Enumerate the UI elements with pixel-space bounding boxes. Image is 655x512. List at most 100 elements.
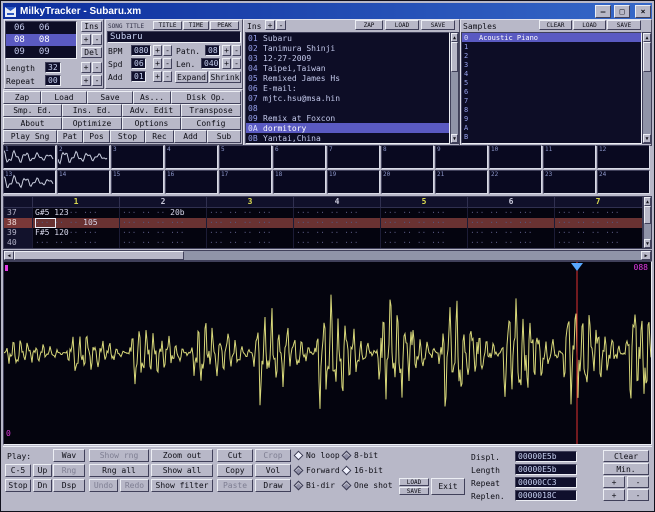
sample-save-button[interactable]: SAVE [399, 487, 429, 495]
instrument-thumbnail[interactable]: 19 [327, 170, 380, 194]
instrument-row[interactable]: 04Taipei,Taiwan [246, 63, 449, 73]
pattern-cell[interactable]: ··· ·· ·· ··· [293, 228, 380, 238]
scroll-up-icon[interactable]: ▲ [644, 197, 651, 206]
sample-row[interactable]: 0Acoustic Piano [462, 33, 641, 42]
sample-row[interactable]: 8 [462, 105, 641, 114]
menu-button-about[interactable]: About [3, 117, 62, 130]
position-row[interactable]: 0909 [6, 46, 76, 58]
loop-option-no-loop[interactable]: No loop [295, 451, 340, 460]
position-row[interactable]: 0606 [6, 22, 76, 34]
position-list[interactable]: 060608080909 [5, 21, 77, 59]
instrument-row[interactable]: 05Remixed James Hs [246, 73, 449, 83]
ins-minus-button[interactable]: - [276, 20, 286, 30]
replen-minus-button[interactable]: - [627, 489, 649, 501]
sample-row[interactable]: 4 [462, 69, 641, 78]
channel-number[interactable]: 2 [119, 197, 206, 207]
add-plus-button[interactable]: + [153, 71, 162, 82]
menu-button-transpose[interactable]: Transpose [181, 104, 241, 117]
sample-row[interactable]: B [462, 132, 641, 141]
spd-plus-button[interactable]: + [153, 58, 162, 69]
loop-option-one-shot[interactable]: One shot [343, 481, 393, 490]
instrument-thumbnail[interactable]: 18 [273, 170, 326, 194]
song-length-minus-button[interactable]: - [92, 62, 102, 73]
wav-button[interactable]: Wav [53, 449, 85, 462]
pattern-row[interactable]: 37G#5 123·· ······ ·· ·· 20b··· ·· ·· ··… [4, 208, 642, 218]
instrument-row[interactable]: 01Subaru [246, 33, 449, 43]
channel-number[interactable]: 6 [467, 197, 554, 207]
instrument-thumbnail[interactable]: 24 [597, 170, 650, 194]
menu-button-zap[interactable]: Zap [3, 91, 41, 104]
instrument-row[interactable]: 0BYantai,China [246, 133, 449, 143]
len-plus-button[interactable]: + [222, 58, 231, 69]
pattern-cell[interactable]: ··· ·· ·· ··· [380, 228, 467, 238]
repeat-minus-button[interactable]: - [627, 476, 649, 488]
sample-row[interactable]: A [462, 123, 641, 132]
patn-plus-button[interactable]: + [222, 45, 231, 56]
pattern-editor[interactable]: 123456737G#5 123·· ······ ·· ·· 20b··· ·… [3, 196, 643, 249]
song-length-plus-button[interactable]: + [81, 62, 91, 73]
sample-row[interactable]: 6 [462, 87, 641, 96]
menu-button-stop[interactable]: Stop [110, 130, 145, 143]
sample-list[interactable]: 0Acoustic Piano123456789AB [461, 32, 642, 144]
vol-button[interactable]: Vol [255, 464, 291, 477]
bpm-plus-button[interactable]: + [153, 45, 162, 56]
instrument-scrollbar[interactable]: ▲ ▼ [450, 32, 459, 144]
show-all-button[interactable]: Show all [151, 464, 213, 477]
bit-option-8-bit[interactable]: 8-bit [343, 451, 378, 460]
instrument-thumbnail[interactable]: 9 [435, 145, 488, 169]
copy-button[interactable]: Copy [217, 464, 253, 477]
instrument-thumbnail[interactable]: 14 [57, 170, 110, 194]
undo-button[interactable]: Undo [89, 479, 118, 492]
add-minus-button[interactable]: - [163, 71, 172, 82]
instrument-thumbnail[interactable]: 12 [597, 145, 650, 169]
pattern-cell[interactable]: ··· ·· ·· ··· [380, 208, 467, 218]
stop-button[interactable]: Stop [5, 479, 31, 492]
menu-button-rec[interactable]: Rec [145, 130, 174, 143]
instrument-thumbnail[interactable]: 23 [543, 170, 596, 194]
sample-row[interactable]: 2 [462, 51, 641, 60]
pattern-cell[interactable]: ··· ·· ·· ··· [380, 238, 467, 248]
peak-tab-button[interactable]: PEAK [210, 21, 239, 30]
repeat-plus-button[interactable]: + [603, 476, 625, 488]
menu-button-add[interactable]: Add [174, 130, 207, 143]
menu-button-smp-ed[interactable]: Smp. Ed. [3, 104, 62, 117]
pattern-row[interactable]: 38··· ·· ·· 105··· ·· ·· ······ ·· ·· ··… [4, 218, 642, 228]
pattern-cell[interactable]: F#5 120·· ··· [32, 228, 119, 238]
pattern-vscrollbar[interactable]: ▲ ▼ [643, 196, 652, 249]
pattern-cell[interactable]: ··· ·· ·· ··· [206, 238, 293, 248]
min-button[interactable]: Min. [603, 463, 649, 475]
menu-button-as[interactable]: As... [133, 91, 171, 104]
instrument-thumbnail[interactable]: 2 [57, 145, 110, 169]
song-repeat-minus-button[interactable]: - [92, 75, 102, 86]
instrument-thumbnail[interactable]: 1 [3, 145, 56, 169]
menu-button-config[interactable]: Config [181, 117, 241, 130]
ins-zap-button[interactable]: ZAP [355, 20, 383, 30]
titlebar[interactable]: MilkyTracker - Subaru.xm — □ × [3, 3, 652, 19]
pattern-cell[interactable]: ··· ·· ·· 20b [119, 208, 206, 218]
pattern-cell[interactable]: ··· ·· ·· ··· [293, 208, 380, 218]
time-tab-button[interactable]: TIME [183, 21, 209, 30]
del-position-button[interactable]: Del [81, 47, 102, 58]
clear-button[interactable]: Clear [603, 450, 649, 462]
pattern-cell[interactable]: ··· ·· ·· ··· [554, 228, 641, 238]
instrument-thumbnail[interactable]: 21 [435, 170, 488, 194]
crop-button[interactable]: Crop [255, 449, 291, 462]
pattern-cell[interactable]: ··· ·· ·· ··· [293, 218, 380, 228]
minimize-button[interactable]: — [595, 5, 611, 18]
instrument-thumbnail[interactable]: 10 [489, 145, 542, 169]
sample-waveform[interactable] [4, 262, 651, 444]
show-rng-button[interactable]: Show rng [89, 449, 149, 462]
instrument-thumbnail[interactable]: 4 [165, 145, 218, 169]
menu-button-disk-op[interactable]: Disk Op. [171, 91, 241, 104]
rng-all-button[interactable]: Rng all [89, 464, 149, 477]
instrument-thumbnail[interactable]: 8 [381, 145, 434, 169]
paste-button[interactable]: Paste [217, 479, 253, 492]
sample-editor[interactable]: 088 0 [3, 261, 652, 445]
bpm-minus-button[interactable]: - [163, 45, 172, 56]
instrument-thumbnail[interactable]: 6 [273, 145, 326, 169]
exit-button[interactable]: Exit [431, 478, 465, 495]
samples-load-button[interactable]: LOAD [573, 20, 606, 30]
draw-button[interactable]: Draw [255, 479, 291, 492]
redo-button[interactable]: Redo [120, 479, 149, 492]
instrument-row[interactable]: 0312-27-2009 [246, 53, 449, 63]
